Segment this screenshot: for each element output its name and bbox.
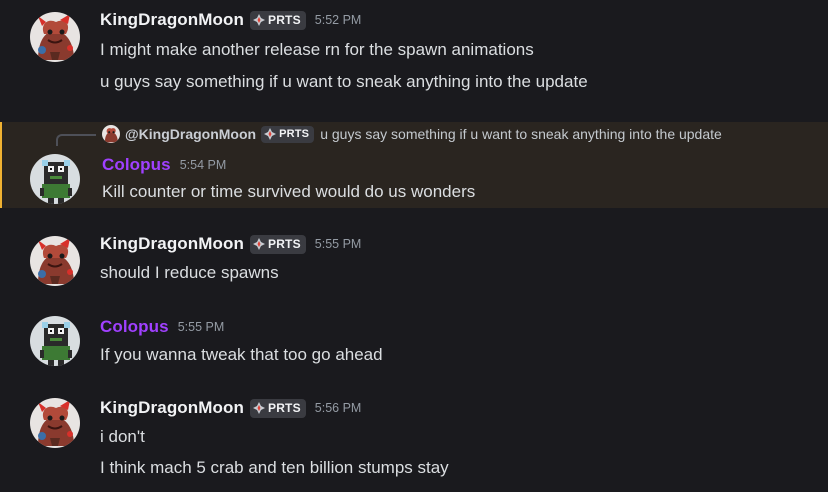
message-group[interactable]: KingDragonMoon PRTS 5:56 PM i don't I th… [0,390,828,492]
username[interactable]: Colopus [102,155,171,175]
pixel-creature-avatar[interactable] [30,154,80,204]
timestamp[interactable]: 5:55 PM [315,237,362,251]
guild-tag[interactable]: PRTS [249,234,306,254]
guild-tag-label: PRTS [267,13,301,27]
diamond-emblem-icon [252,238,265,250]
guild-tag[interactable]: PRTS [249,398,306,418]
message-text: Kill counter or time survived would do u… [102,182,476,201]
username[interactable]: KingDragonMoon [100,234,244,254]
timestamp[interactable]: 5:56 PM [315,401,362,415]
timestamp[interactable]: 5:54 PM [180,158,227,172]
dragon-avatar[interactable] [30,236,80,286]
message-text: If you wanna tweak that too go ahead [100,345,383,364]
dragon-avatar[interactable] [30,12,80,62]
timestamp[interactable]: 5:55 PM [178,320,225,334]
reply-reference[interactable]: @KingDragonMoon PRTS u guys say somethin… [102,125,722,143]
message-text: I think mach 5 crab and ten billion stum… [100,458,449,477]
guild-tag[interactable]: PRTS [249,10,306,30]
guild-tag-label: PRTS [267,401,301,415]
username[interactable]: KingDragonMoon [100,10,244,30]
chat-log: KingDragonMoon PRTS 5:52 PM I might make… [0,0,828,492]
username[interactable]: Colopus [100,317,169,337]
dragon-avatar[interactable] [30,398,80,448]
diamond-emblem-icon [252,14,265,26]
reply-connector [56,134,96,146]
reply-preview[interactable]: u guys say something if u want to sneak … [320,126,722,142]
message-header: KingDragonMoon PRTS 5:52 PM [100,10,361,30]
message-group-highlighted[interactable]: @KingDragonMoon PRTS u guys say somethin… [0,122,828,208]
message-text: i don't [100,427,145,446]
diamond-emblem-icon [264,128,277,140]
message-group[interactable]: KingDragonMoon PRTS 5:55 PM should I red… [0,226,828,296]
guild-tag[interactable]: PRTS [261,125,315,143]
username[interactable]: KingDragonMoon [100,398,244,418]
message-header: KingDragonMoon PRTS 5:55 PM [100,234,361,254]
reply-mention[interactable]: @KingDragonMoon [125,126,256,142]
dragon-avatar-small [102,125,120,143]
message-header: KingDragonMoon PRTS 5:56 PM [100,398,361,418]
guild-tag-label: PRTS [267,237,301,251]
message-text: I might make another release rn for the … [100,40,534,59]
message-text: u guys say something if u want to sneak … [100,72,588,91]
message-group[interactable]: KingDragonMoon PRTS 5:52 PM I might make… [0,0,828,110]
diamond-emblem-icon [252,402,265,414]
timestamp[interactable]: 5:52 PM [315,13,362,27]
message-header: Colopus 5:55 PM [100,317,224,337]
message-header: Colopus 5:54 PM [102,155,226,175]
message-group[interactable]: Colopus 5:55 PM If you wanna tweak that … [0,308,828,378]
pixel-creature-avatar[interactable] [30,316,80,366]
message-text: should I reduce spawns [100,263,279,282]
guild-tag-label: PRTS [279,128,310,140]
